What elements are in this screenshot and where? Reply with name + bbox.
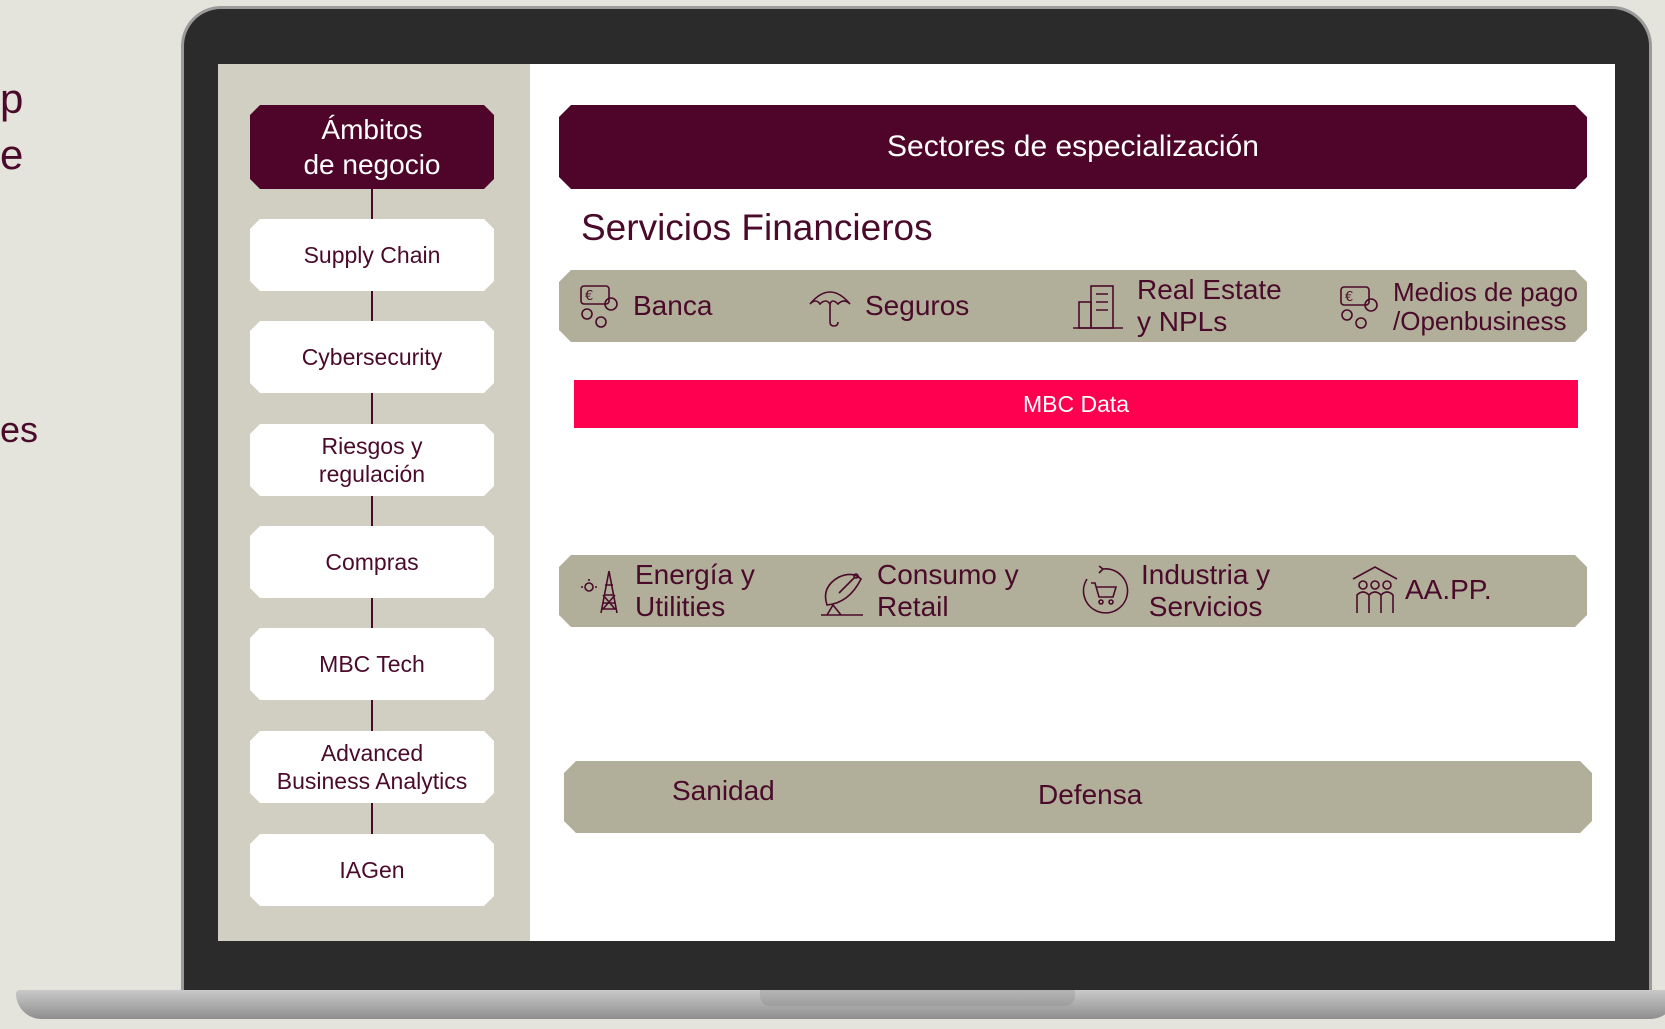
industry-band: Energía y Utilities Consumo y Retail Ind… [559, 555, 1587, 627]
sidebar-item-riesgos[interactable]: Riesgos y regulación [250, 424, 494, 496]
sector-energia[interactable]: Energía y Utilities [579, 559, 755, 623]
sector-industria[interactable]: Industria y Servicios [1077, 559, 1270, 623]
sectors-header: Sectores de especialización [559, 105, 1587, 189]
sector-aapp[interactable]: AA.PP. [1351, 565, 1492, 615]
sector-seguros[interactable]: Seguros [807, 284, 969, 328]
cart-cycle-icon [1077, 565, 1129, 617]
sidebar-item-iagen[interactable]: IAGen [250, 834, 494, 906]
financial-band: € Banca Seguros Real Estate y NPLs € Med… [559, 270, 1587, 342]
sector-defensa[interactable]: Defensa [1038, 779, 1142, 811]
health-defense-band: Sanidad Defensa [564, 761, 1592, 833]
edge-text-3: es [0, 409, 39, 450]
sector-seguros-label: Seguros [865, 290, 970, 321]
sidebar-item-advanced-analytics[interactable]: Advanced Business Analytics [250, 731, 494, 803]
umbrella-icon [807, 284, 853, 328]
sidebar-item-mbc-tech[interactable]: MBC Tech [250, 628, 494, 700]
sector-consumo-label: Consumo y Retail [877, 559, 1019, 622]
sector-industria-label: Industria y Servicios [1141, 559, 1271, 622]
sector-medios-de-pago-label: Medios de pago /Openbusiness [1393, 277, 1579, 336]
sector-real-estate[interactable]: Real Estate y NPLs [1071, 274, 1282, 338]
power-tower-icon [579, 565, 623, 617]
currency-icon: € [579, 284, 621, 328]
mbc-data-bar[interactable]: MBC Data [574, 380, 1578, 428]
edge-text-1: p [0, 75, 24, 122]
sidebar: Ámbitos de negocio Supply Chain Cybersec… [218, 64, 530, 941]
sidebar-title: Ámbitos de negocio [250, 105, 494, 189]
sector-energia-label: Energía y Utilities [635, 559, 755, 622]
currency-icon: € [1339, 285, 1381, 329]
sector-real-estate-label: Real Estate y NPLs [1137, 274, 1282, 337]
financial-services-title: Servicios Financieros [581, 207, 933, 248]
sector-banca[interactable]: € Banca [579, 284, 712, 328]
svg-text:€: € [1345, 290, 1353, 305]
sector-aapp-label: AA.PP. [1405, 574, 1492, 605]
satellite-dish-icon [819, 565, 865, 617]
svg-text:€: € [585, 289, 593, 304]
sidebar-item-compras[interactable]: Compras [250, 526, 494, 598]
laptop-notch [760, 990, 1075, 1006]
sector-banca-label: Banca [633, 290, 713, 321]
sidebar-item-supply-chain[interactable]: Supply Chain [250, 219, 494, 291]
sector-medios-de-pago[interactable]: € Medios de pago /Openbusiness [1339, 278, 1578, 336]
building-icon [1071, 280, 1125, 332]
sidebar-item-cybersecurity[interactable]: Cybersecurity [250, 321, 494, 393]
sector-consumo[interactable]: Consumo y Retail [819, 559, 1019, 623]
edge-text-2: e [0, 131, 24, 178]
sector-sanidad[interactable]: Sanidad [672, 775, 775, 807]
public-building-icon [1351, 565, 1399, 615]
laptop-screen: Ámbitos de negocio Supply Chain Cybersec… [218, 64, 1615, 941]
